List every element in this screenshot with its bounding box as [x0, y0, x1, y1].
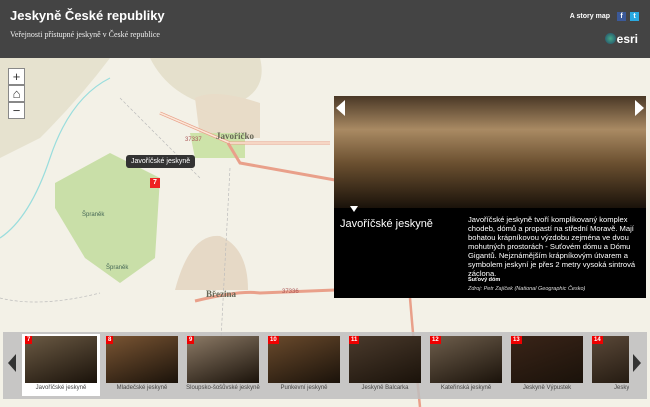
info-panel: Javoříčské jeskyně Javoříčské jeskyně tv…: [334, 96, 646, 298]
carousel-item[interactable]: 10 Punkevní jeskyně: [265, 334, 343, 396]
map-label-road: 37336: [282, 289, 299, 295]
carousel-item[interactable]: 7 Javoříčské jeskyně: [22, 334, 100, 396]
panel-title: Javoříčské jeskyně: [340, 218, 433, 230]
item-label: Punkevní jeskyně: [280, 385, 328, 391]
panel-description: Javoříčské jeskyně tvoří komplikovaný ko…: [468, 215, 636, 278]
collapse-caption-icon[interactable]: [350, 206, 358, 212]
photo-source: Zdroj: Petr Zajíček (National Geographic…: [468, 286, 586, 292]
item-number: 14: [592, 336, 603, 344]
map-tooltip: Javoříčské jeskyně: [126, 155, 196, 168]
item-number: 9: [187, 336, 195, 344]
esri-logo[interactable]: esri: [604, 32, 638, 46]
globe-icon: [604, 33, 616, 44]
item-number: 10: [268, 336, 279, 344]
map-label-town: Javořičko: [216, 131, 254, 141]
thumbnail-image: [511, 336, 583, 383]
item-number: 12: [430, 336, 441, 344]
item-label: Sloupsko-šošůvské jeskyně: [186, 385, 260, 391]
map-label-town: Březina: [206, 289, 236, 299]
thumbnail-image: [187, 336, 259, 383]
thumbnail-image: [430, 336, 502, 383]
app-title: Jeskyně České republiky: [10, 8, 165, 23]
thumbnail-image: [268, 336, 340, 383]
item-number: 13: [511, 336, 522, 344]
facebook-icon[interactable]: f: [617, 12, 626, 21]
carousel-next-icon[interactable]: [633, 354, 641, 372]
map[interactable]: + ⌂ − Javořičko Březina 37337 37336 Špra…: [0, 58, 650, 407]
item-label: Kateřinská jeskyně: [440, 385, 492, 391]
map-label-area: Špraněk: [106, 265, 129, 271]
thumbnail-image: [25, 336, 97, 383]
zoom-in-button[interactable]: +: [8, 68, 25, 85]
header: Jeskyně České republiky Veřejnosti příst…: [0, 0, 650, 58]
carousel-item[interactable]: 14 Jeskyně N: [589, 334, 629, 396]
twitter-icon[interactable]: t: [630, 12, 639, 21]
cave-photo: [334, 96, 646, 208]
story-map-link[interactable]: A story map: [570, 13, 610, 20]
photo-caption: Suťový dóm: [468, 277, 501, 283]
item-label: Javoříčské jeskyně: [35, 385, 87, 391]
item-label: Jeskyně Balcarka: [361, 385, 409, 391]
carousel-item[interactable]: 9 Sloupsko-šošůvské jeskyně: [184, 334, 262, 396]
home-button[interactable]: ⌂: [8, 85, 25, 102]
carousel-prev-icon[interactable]: [8, 354, 16, 372]
esri-text: esri: [616, 32, 638, 46]
carousel-item[interactable]: 12 Kateřinská jeskyně: [427, 334, 505, 396]
carousel-item[interactable]: 11 Jeskyně Balcarka: [346, 334, 424, 396]
item-number: 7: [25, 336, 33, 344]
carousel: 7 Javoříčské jeskyně 8 Mladečské jeskyně 9 Sl…: [3, 332, 647, 399]
zoom-out-button[interactable]: −: [8, 102, 25, 119]
app-subtitle: Veřejnosti přístupné jeskyně v České rep…: [10, 30, 160, 39]
item-number: 8: [106, 336, 114, 344]
map-pin-marker[interactable]: 7: [150, 178, 160, 188]
next-arrow-icon[interactable]: [635, 100, 644, 116]
prev-arrow-icon[interactable]: [336, 100, 345, 116]
thumbnail-image: [106, 336, 178, 383]
map-label-area: Špraněk: [82, 212, 105, 218]
item-number: 11: [349, 336, 360, 344]
thumbnail-image: [349, 336, 421, 383]
item-label: Jeskyně N: [613, 385, 629, 391]
item-label: Jeskyně Výpustek: [522, 385, 572, 391]
carousel-item[interactable]: 8 Mladečské jeskyně: [103, 334, 181, 396]
carousel-item[interactable]: 13 Jeskyně Výpustek: [508, 334, 586, 396]
map-label-road: 37337: [185, 137, 202, 143]
item-label: Mladečské jeskyně: [116, 385, 168, 391]
